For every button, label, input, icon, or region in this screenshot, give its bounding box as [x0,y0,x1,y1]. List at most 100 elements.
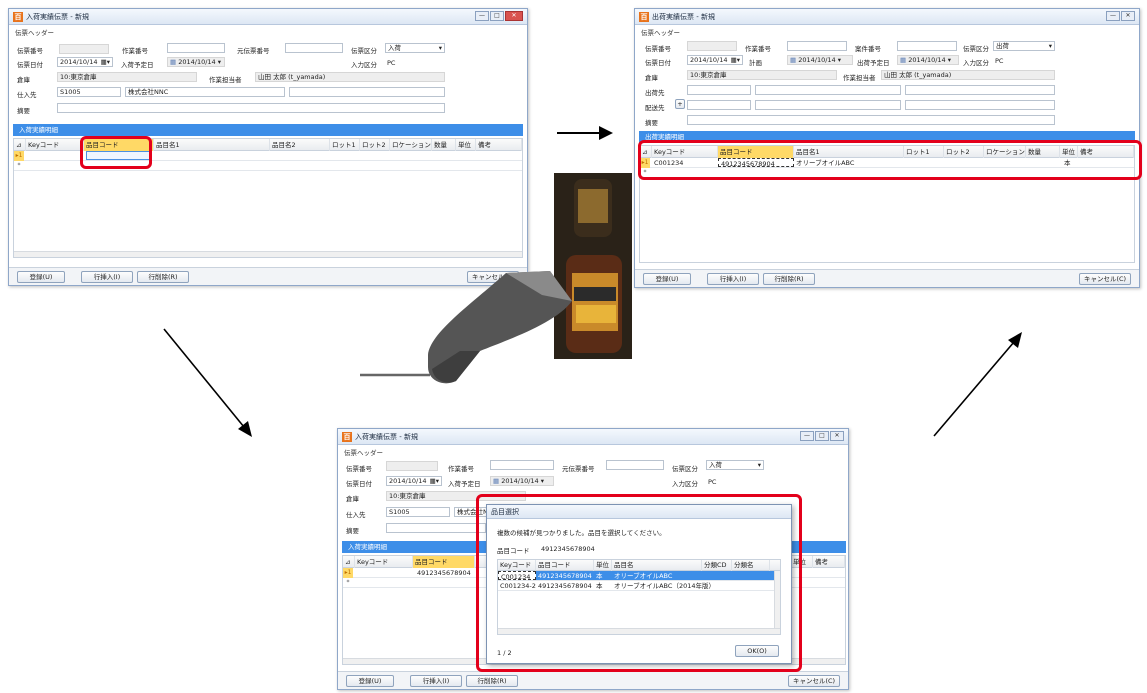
supplier-name-field[interactable]: 株式会社NNC [125,87,285,97]
memo-field[interactable] [57,103,445,113]
work-no-label: 作業番号 [448,465,474,473]
col-item-name2[interactable]: 品目名2 [270,139,330,151]
col-lot2[interactable]: ロット2 [360,139,390,151]
case-no-field[interactable] [897,41,957,51]
slip-date-field[interactable]: 2014/10/14 ▦▾ [687,55,743,65]
col-key-code[interactable]: Keyコード [26,139,84,151]
insert-row-button[interactable]: 行挿入(I) [707,273,759,285]
delete-row-button[interactable]: 行削除(R) [466,675,518,687]
slip-no-field [687,41,737,51]
arrival-planned-value: 2014/10/14 [178,58,216,66]
staff-field[interactable]: 山田 太郎 (t_yamada) [881,70,1055,80]
calendar-icon[interactable]: ▦▾ [101,58,112,66]
input-type-label: 入力区分 [963,59,989,67]
close-icon[interactable]: ✕ [830,431,844,441]
arrival-planned-field[interactable]: ▦ 2014/10/14 ▾ [490,476,554,486]
col-key-code[interactable]: Keyコード [355,556,413,568]
new-row-marker: * [17,162,21,169]
col-remarks[interactable]: 備考 [476,139,522,151]
slip-no-label: 伝票番号 [645,45,671,53]
warehouse-label: 倉庫 [17,76,30,84]
delivery-dest-extra[interactable] [905,100,1055,110]
cancel-button[interactable]: キャンセル(C) [788,675,840,687]
ship-dest-code[interactable] [687,85,751,95]
work-no-label: 作業番号 [745,45,771,53]
slip-type-select[interactable]: 出荷 ▾ [993,41,1055,51]
warehouse-field[interactable]: 10:東京倉庫 [57,72,197,82]
slip-date-field[interactable]: 2014/10/14 ▦▾ [386,476,442,486]
dropdown-arrow-icon: ▾ [438,44,442,52]
work-no-field[interactable] [787,41,847,51]
ship-planned-field[interactable]: ▦ 2014/10/14 ▾ [897,55,959,65]
ship-dest-label: 出荷先 [645,89,665,97]
ship-dest-name[interactable] [755,85,901,95]
ref-slip-no-field[interactable] [285,43,343,53]
delivery-dest-code[interactable] [687,100,751,110]
input-type-value: PC [708,478,717,486]
scanner-icon [428,271,572,384]
insert-row-button[interactable]: 行挿入(I) [81,271,133,283]
slip-date-field[interactable]: 2014/10/14 ▦▾ [57,57,113,67]
close-icon[interactable]: ✕ [1121,11,1135,21]
header-section-label: 伝票ヘッダー [15,29,54,37]
col-location[interactable]: ロケーション [390,139,432,151]
supplier-code-field[interactable]: S1005 [57,87,121,97]
maximize-icon[interactable]: □ [490,11,504,21]
delivery-dest-name[interactable] [755,100,901,110]
arrival-planned-field[interactable]: ▦ 2014/10/14 ▾ [167,57,225,67]
minimize-icon[interactable]: — [800,431,814,441]
warehouse-field[interactable]: 10:東京倉庫 [687,70,837,80]
col-item-name1[interactable]: 品目名1 [154,139,270,151]
work-no-field[interactable] [490,460,554,470]
row-number: 1 [347,569,352,576]
memo-field[interactable] [386,523,486,533]
window-title: 出荷実績伝票 - 新規 [652,12,715,21]
slip-no-label: 伝票番号 [346,465,372,473]
col-unit[interactable]: 単位 [456,139,476,151]
ship-planned-label: 出荷予定日 [857,59,890,67]
close-icon[interactable]: ✕ [505,11,523,21]
arrival-planned-label: 入荷予定日 [448,480,481,488]
cancel-button[interactable]: キャンセル(C) [1079,273,1131,285]
maximize-icon[interactable]: □ [815,431,829,441]
staff-field[interactable]: 山田 太郎 (t_yamada) [255,72,445,82]
slip-type-select[interactable]: 入荷 ▾ [385,43,445,53]
slip-date-label: 伝票日付 [17,61,43,69]
ship-base-date[interactable]: ▦ 2014/10/14 ▾ [787,55,853,65]
item-code-cell[interactable]: 4912345678904 [415,568,475,578]
minimize-icon[interactable]: — [1106,11,1120,21]
ref-slip-no-field[interactable] [606,460,664,470]
register-button[interactable]: 登録(U) [346,675,394,687]
minimize-icon[interactable]: — [475,11,489,21]
slip-date-value: 2014/10/14 [690,56,728,64]
supplier-extra-field[interactable] [289,87,445,97]
col-quantity[interactable]: 数量 [432,139,456,151]
slip-type-select[interactable]: 入荷 ▾ [706,460,764,470]
slip-no-field [59,44,109,54]
col-remarks[interactable]: 備考 [813,556,845,568]
case-no-label: 案件番号 [855,45,881,53]
col-item-code[interactable]: 品目コード [413,556,475,568]
window-footer: 登録(U) 行挿入(I) 行削除(R) キャンセル(C) [338,671,848,689]
col-lot1[interactable]: ロット1 [330,139,360,151]
memo-field[interactable] [687,115,1055,125]
add-icon[interactable]: + [675,99,685,109]
new-row-marker: * [346,579,350,586]
delete-row-button[interactable]: 行削除(R) [137,271,189,283]
delete-row-button[interactable]: 行削除(R) [763,273,815,285]
calendar-icon[interactable]: ▦▾ [430,477,441,485]
calendar-icon: ▦ [170,58,179,66]
app-icon: 百 [13,11,23,22]
ship-dest-extra[interactable] [905,85,1055,95]
register-button[interactable]: 登録(U) [643,273,691,285]
ref-slip-no-label: 元伝票番号 [562,465,595,473]
warehouse-label: 倉庫 [346,495,359,503]
insert-row-button[interactable]: 行挿入(I) [410,675,462,687]
work-no-field[interactable] [167,43,225,53]
register-button[interactable]: 登録(U) [17,271,65,283]
supplier-code-field[interactable]: S1005 [386,507,450,517]
slip-no-field [386,461,438,471]
calendar-icon[interactable]: ▦▾ [731,56,742,64]
ref-slip-no-label: 元伝票番号 [237,47,270,55]
slip-date-label: 伝票日付 [346,480,372,488]
